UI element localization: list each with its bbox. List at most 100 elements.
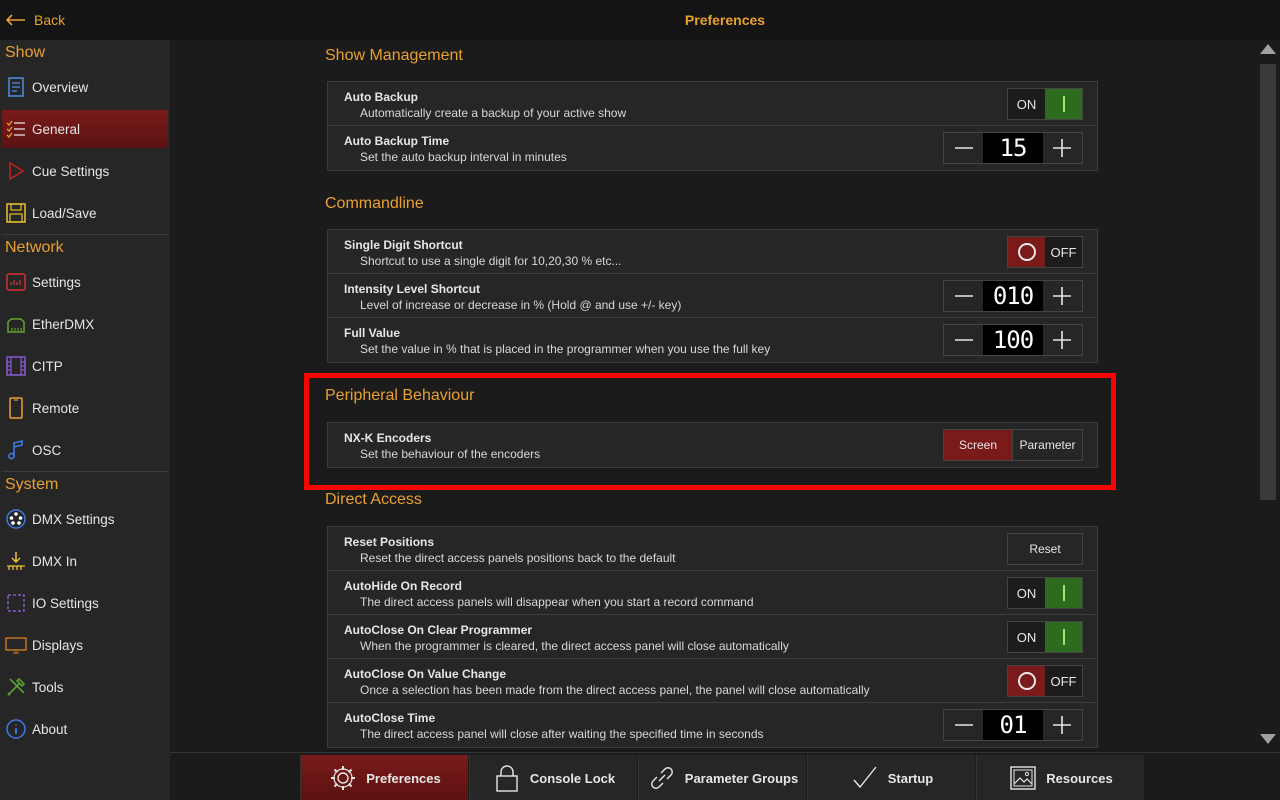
- sidebar-section-system: System: [5, 476, 59, 493]
- sidebar-item-label: Settings: [32, 274, 81, 290]
- group-show-management: Auto Backup Automatically create a backu…: [327, 81, 1098, 171]
- minus-icon: [954, 724, 973, 726]
- autohide-on-record-toggle[interactable]: ON: [1007, 577, 1083, 609]
- sidebar-item-general[interactable]: General: [2, 110, 168, 148]
- setting-description: Set the auto backup interval in minutes: [360, 150, 567, 164]
- scroll-thumb[interactable]: [1260, 64, 1276, 500]
- minus-icon: [954, 147, 973, 149]
- sidebar-item-io-settings[interactable]: IO Settings: [0, 582, 170, 624]
- tab-label: Console Lock: [529, 770, 616, 786]
- scroll-down-arrow-icon[interactable]: [1260, 734, 1276, 744]
- autoclose-time-stepper: 01: [943, 709, 1083, 741]
- gear-icon: [331, 766, 356, 790]
- sidebar-item-dmx-settings[interactable]: DMX Settings: [0, 498, 170, 540]
- toggle-on-indicator-icon: [1045, 578, 1082, 608]
- toggle-state-label: ON: [1016, 585, 1037, 601]
- setting-description: Automatically create a backup of your ac…: [360, 106, 627, 120]
- tab-preferences[interactable]: Preferences: [300, 755, 468, 800]
- sidebar-item-dmx-in[interactable]: DMX In: [0, 540, 170, 582]
- vertical-scrollbar[interactable]: [1256, 40, 1280, 752]
- setting-label: Reset Positions: [344, 535, 435, 549]
- sidebar-item-label: DMX Settings: [32, 511, 115, 527]
- increment-button[interactable]: [1042, 710, 1082, 740]
- setting-row-autohide-on-record: AutoHide On Record The direct access pan…: [328, 571, 1097, 615]
- monitor-icon: [4, 633, 28, 657]
- auto-backup-toggle[interactable]: ON: [1007, 88, 1083, 120]
- sidebar-item-citp[interactable]: CITP: [0, 345, 170, 387]
- plus-icon: [1053, 139, 1072, 157]
- toggle-state-label: ON: [1016, 96, 1037, 112]
- increment-button[interactable]: [1042, 325, 1082, 355]
- scroll-up-arrow-icon[interactable]: [1260, 44, 1276, 54]
- sidebar-item-label: Displays: [32, 637, 84, 653]
- stepper-value[interactable]: 01: [983, 710, 1043, 740]
- stepper-value[interactable]: 15: [983, 133, 1043, 163]
- link-icon: [650, 767, 673, 789]
- setting-label: AutoClose Time: [344, 711, 436, 725]
- decrement-button[interactable]: [944, 710, 984, 740]
- sidebar-item-tools[interactable]: Tools: [0, 666, 170, 708]
- toggle-state-label: ON: [1016, 629, 1037, 645]
- sidebar-item-displays[interactable]: Displays: [0, 624, 170, 666]
- setting-description: Reset the direct access panels positions…: [360, 551, 676, 565]
- setting-description: Level of increase or decrease in % (Hold…: [360, 298, 682, 312]
- single-digit-shortcut-toggle[interactable]: OFF: [1007, 236, 1083, 268]
- dmx-in-icon: [4, 549, 28, 573]
- sidebar-item-about[interactable]: About: [0, 708, 170, 750]
- minus-icon: [954, 295, 973, 297]
- sidebar-item-label: Tools: [32, 679, 64, 695]
- checklist-icon: [4, 117, 28, 141]
- sidebar-item-overview[interactable]: Overview: [0, 66, 170, 108]
- sidebar-item-remote[interactable]: Remote: [0, 387, 170, 429]
- sidebar-item-label: OSC: [32, 442, 62, 458]
- setting-row-autoclose-time: AutoClose Time The direct access panel w…: [328, 703, 1097, 747]
- decrement-button[interactable]: [944, 281, 984, 311]
- increment-button[interactable]: [1042, 133, 1082, 163]
- highlight-box: [304, 373, 1116, 490]
- film-icon: [4, 354, 28, 378]
- autoclose-on-value-change-toggle[interactable]: OFF: [1007, 665, 1083, 697]
- tab-console-lock[interactable]: Console Lock: [469, 755, 637, 800]
- full-value-stepper: 100: [943, 324, 1083, 356]
- tab-label: Startup: [887, 770, 934, 786]
- preferences-content[interactable]: Show Management Auto Backup Automaticall…: [170, 40, 1256, 752]
- sidebar-item-network-settings[interactable]: Settings: [0, 261, 170, 303]
- toggle-on-indicator-icon: [1045, 89, 1082, 119]
- increment-button[interactable]: [1042, 281, 1082, 311]
- sidebar-item-label: IO Settings: [32, 595, 99, 611]
- back-button[interactable]: Back: [4, 8, 65, 32]
- stepper-value[interactable]: 100: [983, 325, 1043, 355]
- stepper-value[interactable]: 010: [983, 281, 1043, 311]
- sidebar-item-etherdmx[interactable]: EtherDMX: [0, 303, 170, 345]
- sidebar-item-label: EtherDMX: [32, 316, 95, 332]
- tab-label: Resources: [1046, 770, 1113, 786]
- play-icon: [4, 159, 28, 183]
- floppy-icon: [4, 201, 28, 225]
- setting-label: Auto Backup: [344, 90, 419, 104]
- tab-label: Preferences: [366, 770, 441, 786]
- document-icon: [4, 75, 28, 99]
- lock-icon: [496, 765, 518, 792]
- page-title: Preferences: [684, 12, 766, 28]
- decrement-button[interactable]: [944, 133, 984, 163]
- decrement-button[interactable]: [944, 325, 984, 355]
- setting-row-single-digit-shortcut: Single Digit Shortcut Shortcut to use a …: [328, 230, 1097, 274]
- plus-icon: [1053, 287, 1072, 305]
- sidebar-item-osc[interactable]: OSC: [0, 429, 170, 471]
- sidebar-item-label: Load/Save: [32, 205, 97, 221]
- autoclose-on-clear-toggle[interactable]: ON: [1007, 621, 1083, 653]
- setting-row-auto-backup-time: Auto Backup Time Set the auto backup int…: [328, 126, 1097, 170]
- setting-row-autoclose-on-clear: AutoClose On Clear Programmer When the p…: [328, 615, 1097, 659]
- sidebar-item-load-save[interactable]: Load/Save: [0, 192, 170, 234]
- sidebar-item-cue-settings[interactable]: Cue Settings: [0, 150, 170, 192]
- section-title-direct-access: Direct Access: [325, 491, 422, 508]
- tab-resources[interactable]: Resources: [976, 755, 1144, 800]
- tab-parameter-groups[interactable]: Parameter Groups: [638, 755, 806, 800]
- setting-row-autoclose-on-value-change: AutoClose On Value Change Once a selecti…: [328, 659, 1097, 703]
- reset-button[interactable]: Reset: [1007, 533, 1083, 565]
- sidebar-item-label: About: [32, 721, 68, 737]
- tab-startup[interactable]: Startup: [807, 755, 975, 800]
- dmx-connector-icon: [4, 507, 28, 531]
- toggle-off-indicator-icon: [1008, 237, 1045, 267]
- minus-icon: [954, 339, 973, 341]
